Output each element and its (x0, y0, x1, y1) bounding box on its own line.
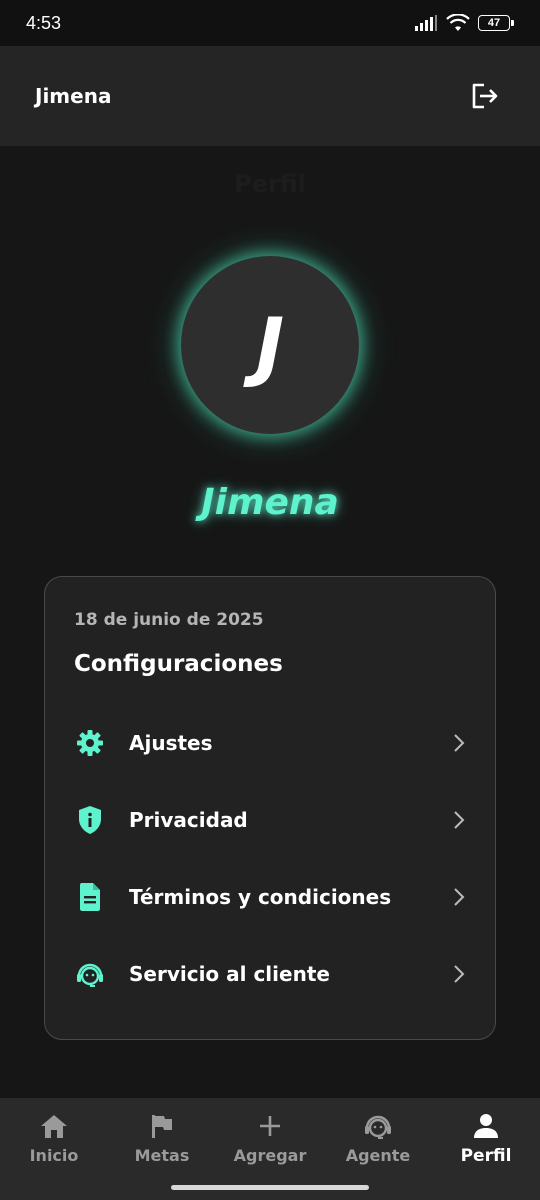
nav-label: Perfil (460, 1146, 512, 1166)
menu-item-label: Términos y condiciones (129, 885, 392, 909)
nav-item-inicio[interactable]: Inicio (0, 1098, 108, 1178)
nav-item-agregar[interactable]: Agregar (216, 1098, 324, 1178)
support-agent-icon (363, 1112, 393, 1140)
menu-item-servicio-cliente[interactable]: Servicio al cliente (45, 944, 497, 1004)
plus-icon (255, 1112, 285, 1140)
nav-item-metas[interactable]: Metas (108, 1098, 216, 1178)
card-title: Configuraciones (74, 651, 283, 677)
person-icon (471, 1112, 501, 1140)
menu-item-privacidad[interactable]: Privacidad (45, 790, 497, 850)
menu-item-terminos[interactable]: Términos y condiciones (45, 867, 497, 927)
logout-icon (472, 83, 498, 109)
nav-label: Inicio (29, 1146, 79, 1165)
battery-indicator: 47 (478, 15, 514, 31)
nav-label: Metas (134, 1146, 190, 1165)
menu-item-label: Privacidad (129, 808, 248, 832)
nav-item-perfil[interactable]: Perfil (432, 1098, 540, 1178)
support-agent-icon (75, 959, 105, 989)
avatar: J (181, 256, 359, 434)
menu-item-label: Servicio al cliente (129, 962, 330, 986)
chevron-right-icon (451, 963, 467, 985)
battery-level: 47 (478, 15, 510, 31)
status-icons: 47 (414, 14, 514, 32)
nav-label: Agregar (233, 1146, 307, 1165)
status-bar: 4:53 47 (0, 0, 540, 46)
chevron-right-icon (451, 886, 467, 908)
document-icon (75, 882, 105, 912)
nav-item-agente[interactable]: Agente (324, 1098, 432, 1178)
settings-card: 18 de junio de 2025 Configuraciones Ajus (44, 576, 496, 1040)
menu-item-ajustes[interactable]: Ajustes (45, 713, 497, 773)
avatar-initial: J (255, 300, 285, 390)
shield-info-icon (75, 805, 105, 835)
status-time: 4:53 (26, 12, 62, 33)
chevron-right-icon (451, 809, 467, 831)
menu-item-label: Ajustes (129, 731, 213, 755)
battery-cap (511, 20, 514, 26)
logout-button[interactable] (468, 79, 502, 113)
gear-icon (75, 728, 105, 758)
bottom-navigation: Inicio Metas Agregar Agente Perfil (0, 1098, 540, 1200)
flag-icon (147, 1112, 177, 1140)
app-header: Jimena (0, 46, 540, 146)
chevron-right-icon (451, 732, 467, 754)
nav-label: Agente (345, 1146, 411, 1165)
page-heading: Perfil (234, 170, 306, 198)
wifi-icon (446, 14, 470, 31)
signal-icon (415, 15, 437, 31)
home-indicator[interactable] (171, 1185, 369, 1190)
home-icon (39, 1112, 69, 1140)
header-user-name: Jimena (35, 84, 112, 108)
card-date: 18 de junio de 2025 (74, 610, 264, 630)
profile-name: Jimena (201, 482, 339, 523)
